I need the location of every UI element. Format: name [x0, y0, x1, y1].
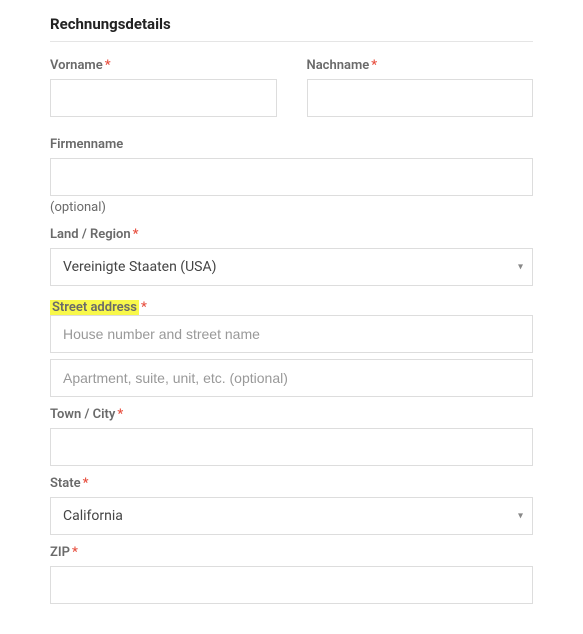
city-label-text: Town / City — [50, 407, 115, 422]
field-street: Street address* — [50, 296, 533, 397]
required-asterisk: * — [133, 227, 139, 242]
field-state: State* California ▾ — [50, 476, 533, 535]
zip-label: ZIP* — [50, 545, 533, 560]
field-country: Land / Region* Vereinigte Staaten (USA) … — [50, 227, 533, 286]
city-input[interactable] — [50, 428, 533, 466]
field-lastname: Nachname* — [307, 58, 534, 117]
firstname-input[interactable] — [50, 79, 277, 117]
state-select[interactable]: California — [50, 497, 533, 535]
required-asterisk: * — [141, 300, 147, 315]
field-firstname: Vorname* — [50, 58, 277, 117]
state-label: State* — [50, 476, 533, 491]
lastname-input[interactable] — [307, 79, 534, 117]
field-city: Town / City* — [50, 407, 533, 466]
divider — [50, 41, 533, 42]
page-title: Rechnungsdetails — [50, 15, 533, 33]
country-label: Land / Region* — [50, 227, 533, 242]
field-zip: ZIP* — [50, 545, 533, 604]
required-asterisk: * — [371, 58, 377, 73]
street-input-line1[interactable] — [50, 315, 533, 353]
country-selected-value: Vereinigte Staaten (USA) — [63, 259, 216, 275]
state-label-text: State — [50, 476, 81, 491]
state-selected-value: California — [63, 508, 123, 524]
required-asterisk: * — [105, 58, 111, 73]
firstname-label: Vorname* — [50, 58, 277, 73]
required-asterisk: * — [83, 476, 89, 491]
firstname-label-text: Vorname — [50, 58, 103, 73]
company-label: Firmenname — [50, 137, 533, 152]
country-select[interactable]: Vereinigte Staaten (USA) — [50, 248, 533, 286]
country-label-text: Land / Region — [50, 227, 131, 242]
required-asterisk: * — [72, 545, 78, 560]
lastname-label: Nachname* — [307, 58, 534, 73]
lastname-label-text: Nachname — [307, 58, 370, 73]
street-label-text: Street address — [50, 300, 139, 315]
required-asterisk: * — [117, 407, 123, 422]
street-label: Street address* — [50, 300, 147, 315]
field-company: Firmenname (optional) — [50, 137, 533, 215]
zip-input[interactable] — [50, 566, 533, 604]
street-input-line2[interactable] — [50, 359, 533, 397]
company-optional: (optional) — [50, 200, 533, 215]
company-input[interactable] — [50, 158, 533, 196]
zip-label-text: ZIP — [50, 545, 70, 560]
city-label: Town / City* — [50, 407, 533, 422]
